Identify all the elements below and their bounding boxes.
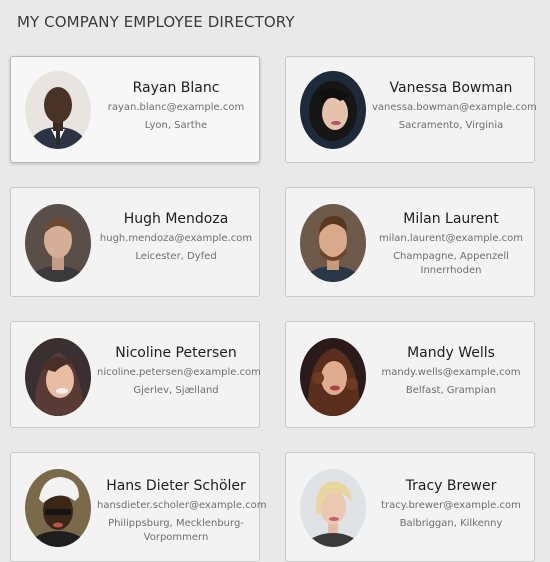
employee-card[interactable]: Hans Dieter Schöler hansdieter.scholer@e… <box>10 452 267 562</box>
employee-name: Nicoline Petersen <box>115 345 237 361</box>
employee-location: Lyon, Sarthe <box>144 120 208 131</box>
avatar <box>25 204 91 282</box>
employee-email: rayan.blanc@example.com <box>107 102 245 113</box>
employee-name: Tracy Brewer <box>405 478 497 494</box>
avatar <box>300 204 366 282</box>
avatar <box>300 338 366 416</box>
employee-name: Vanessa Bowman <box>389 80 513 96</box>
employee-email: hansdieter.scholer@example.com <box>97 500 267 511</box>
employee-card[interactable]: Hugh Mendoza hugh.mendoza@example.com Le… <box>10 187 260 297</box>
page-title: MY COMPANY EMPLOYEE DIRECTORY <box>17 13 295 31</box>
avatar <box>25 469 91 547</box>
employee-card[interactable]: Rayan Blanc rayan.blanc@example.com Lyon… <box>10 56 260 163</box>
employee-card[interactable]: Vanessa Bowman vanessa.bowman@example.co… <box>285 56 537 163</box>
employee-location: Sacramento, Virginia <box>398 120 504 131</box>
employee-location: Gjerlev, Sjælland <box>133 385 219 396</box>
avatar <box>25 338 91 416</box>
employee-name: Hans Dieter Schöler <box>106 478 246 494</box>
avatar <box>25 71 91 149</box>
employee-location: Champagne, Appenzell Innerrhoden <box>393 251 509 276</box>
employee-location: Philippsburg, Mecklenburg-Vorpommern <box>108 518 244 543</box>
avatar <box>300 71 366 149</box>
employee-email: tracy.brewer@example.com <box>381 500 521 511</box>
employee-email: mandy.wells@example.com <box>381 367 521 378</box>
employee-email: vanessa.bowman@example.com <box>372 102 537 113</box>
employee-card[interactable]: Milan Laurent milan.laurent@example.com … <box>285 187 535 297</box>
avatar <box>300 469 366 547</box>
employee-email: hugh.mendoza@example.com <box>99 233 253 244</box>
employee-name: Mandy Wells <box>407 345 495 361</box>
employee-card[interactable]: Tracy Brewer tracy.brewer@example.com Ba… <box>285 452 535 562</box>
employee-email: milan.laurent@example.com <box>378 233 524 244</box>
employee-email: nicoline.petersen@example.com <box>97 367 261 378</box>
employee-card[interactable]: Nicoline Petersen nicoline.petersen@exam… <box>10 321 261 428</box>
employee-card[interactable]: Mandy Wells mandy.wells@example.com Belf… <box>285 321 535 428</box>
employee-location: Balbriggan, Kilkenny <box>399 518 503 529</box>
employee-location: Leicester, Dyfed <box>135 251 217 262</box>
employee-name: Milan Laurent <box>403 211 499 227</box>
employee-name: Hugh Mendoza <box>123 211 229 227</box>
employee-location: Belfast, Grampian <box>405 385 497 396</box>
employee-name: Rayan Blanc <box>132 80 220 96</box>
